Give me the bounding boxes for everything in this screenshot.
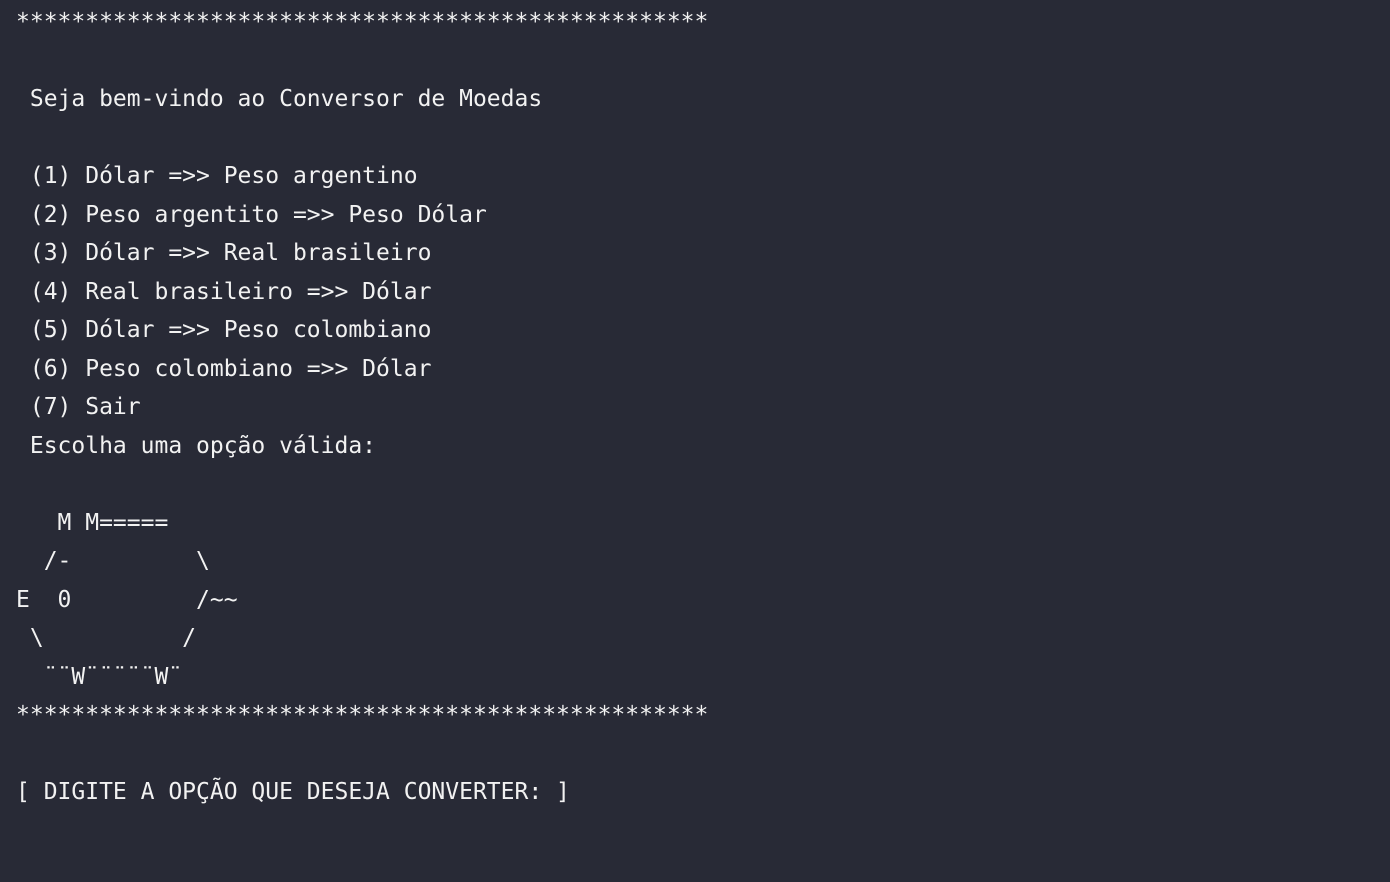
menu-item: (5) Dólar =>> Peso colombiano [16,317,432,343]
ascii-art-line: M M===== [16,509,169,536]
menu-item: (7) Sair [16,394,141,420]
menu-list: (1) Dólar =>> Peso argentino (2) Peso ar… [16,157,1376,427]
console-output: ****************************************… [16,3,1376,873]
ascii-art-line: \ / [16,625,197,651]
menu-item: (2) Peso argentito =>> Peso Dólar [16,201,487,228]
ascii-art-line: /- \ [16,548,210,574]
separator-bottom: ****************************************… [16,702,709,728]
menu-item: (1) Dólar =>> Peso argentino [16,163,418,189]
ascii-art-line: ¨¨W¨¨¨¨¨W¨ [16,663,183,690]
welcome-message: Seja bem-vindo ao Conversor de Moedas [16,86,543,112]
ascii-art-line: E 0 /~~ [16,586,238,613]
ascii-art-mascot: M M===== /- \ E 0 /~~ \ / ¨¨W¨¨¨¨¨W¨ [16,504,1376,697]
menu-item: (6) Peso colombiano =>> Dólar [16,355,432,382]
separator-top: ****************************************… [16,9,709,35]
menu-item: (4) Real brasileiro =>> Dólar [16,278,432,305]
input-prompt[interactable]: [ DIGITE A OPÇÃO QUE DESEJA CONVERTER: ] [16,773,1376,812]
menu-item: (3) Dólar =>> Real brasileiro [16,240,432,266]
choose-prompt: Escolha uma opção válida: [16,432,377,459]
